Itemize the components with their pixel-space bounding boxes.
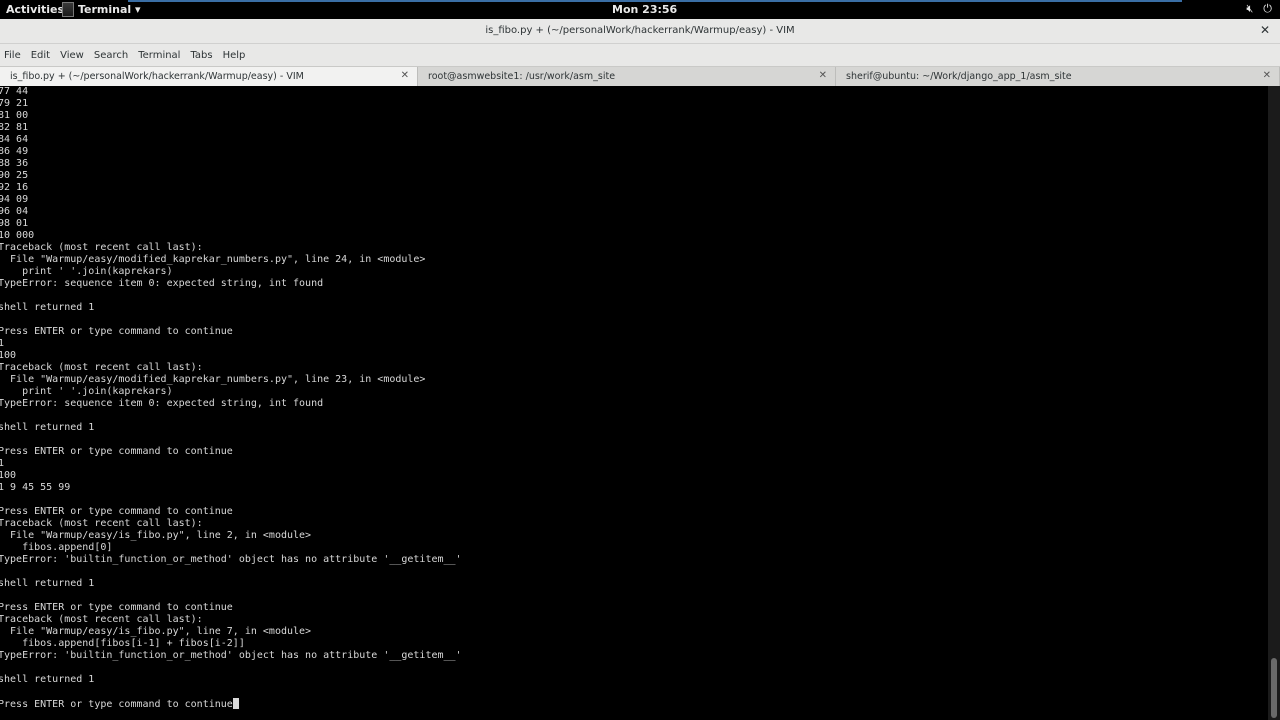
menu-search[interactable]: Search [90,50,134,61]
terminal-line: shell returned 1 [0,302,95,313]
window-titlebar[interactable]: is_fibo.py + (~/personalWork/hackerrank/… [0,19,1280,44]
terminal-line: 98 01 [0,218,29,229]
terminal-line: 88 36 [0,158,29,169]
terminal-line: TypeError: sequence item 0: expected str… [0,398,324,409]
terminal-line: TypeError: 'builtin_function_or_method' … [0,554,462,565]
terminal-line: Press ENTER or type command to continue [0,326,233,337]
menu-view[interactable]: View [56,50,90,61]
menu-edit[interactable]: Edit [27,50,56,61]
terminal-line: print ' '.join(kaprekars) [0,266,173,277]
terminal-line: 86 49 [0,146,29,157]
tab-vim-is-fibo[interactable]: is_fibo.py + (~/personalWork/hackerrank/… [0,67,418,87]
terminal-line: 92 16 [0,182,29,193]
tab-label: is_fibo.py + (~/personalWork/hackerrank/… [10,71,304,82]
terminal-line: shell returned 1 [0,674,95,685]
terminal-line: 1 [0,338,5,349]
tab-close-icon[interactable]: ✕ [1263,70,1271,81]
terminal-line: 82 81 [0,122,29,133]
terminal-output[interactable]: 77 44 79 21 81 00 82 81 84 64 86 49 88 36 90 25… [0,86,1268,720]
terminal-line: 77 44 [0,86,29,97]
window-close-icon[interactable]: ✕ [1260,23,1270,37]
terminal-line: File "Warmup/easy/is_fibo.py", line 2, i… [0,530,312,541]
terminal-line: 10 000 [0,230,35,241]
terminal-line: Press ENTER or type command to continue [0,506,233,517]
terminal-line: Press ENTER or type command to continue [0,602,233,613]
menu-terminal[interactable]: Terminal [134,50,186,61]
terminal-line: 1 9 45 55 99 [0,482,71,493]
terminal-line: 94 09 [0,194,29,205]
tab-sherif-ubuntu[interactable]: sherif@ubuntu: ~/Work/django_app_1/asm_s… [836,67,1280,87]
terminal-line: 100 [0,470,17,481]
menu-file[interactable]: File [0,50,27,61]
gnome-top-bar: Activities Terminal ▾ Mon 23:56 🔇︎ ⏻ [0,0,1280,19]
terminal-line: Press ENTER or type command to continue [0,698,462,711]
menu-help[interactable]: Help [219,50,252,61]
terminal-line: 90 25 [0,170,29,181]
tab-close-icon[interactable]: ✕ [401,70,409,81]
terminal-line: Traceback (most recent call last): [0,242,203,253]
terminal-line: Press ENTER or type command to continue [0,446,233,457]
menu-bar: File Edit View Search Terminal Tabs Help [0,44,1280,66]
terminal-line: Traceback (most recent call last): [0,362,203,373]
clock[interactable]: Mon 23:56 [612,3,677,16]
app-menu-label: Terminal ▾ [78,3,141,16]
tab-label: root@asmwebsite1: /usr/work/asm_site [428,71,616,82]
terminal-line: print ' '.join(kaprekars) [0,386,173,397]
system-tray[interactable]: 🔇︎ ⏻ [1246,2,1272,16]
terminal-line: shell returned 1 [0,422,95,433]
terminal-app-icon [62,2,74,17]
terminal-line: File "Warmup/easy/modified_kaprekar_numb… [0,254,426,265]
terminal-line: 79 21 [0,98,29,109]
scrollbar-thumb[interactable] [1271,658,1277,718]
tab-label: sherif@ubuntu: ~/Work/django_app_1/asm_s… [846,71,1072,82]
terminal-line: 96 04 [0,206,29,217]
power-icon[interactable]: ⏻ [1263,2,1272,16]
activities-button[interactable]: Activities [6,3,64,16]
terminal-line: shell returned 1 [0,578,95,589]
window-title: is_fibo.py + (~/personalWork/hackerrank/… [485,25,795,36]
terminal-line: TypeError: 'builtin_function_or_method' … [0,650,462,661]
tab-bar: is_fibo.py + (~/personalWork/hackerrank/… [0,66,1280,88]
terminal-line: 1 [0,458,5,469]
top-bar-accent [128,0,1182,2]
menu-tabs[interactable]: Tabs [186,50,218,61]
terminal-cursor [232,698,239,709]
terminal-line: 84 64 [0,134,29,145]
terminal-line: Traceback (most recent call last): [0,614,203,625]
terminal-line: fibos.append[0] [0,542,113,553]
terminal-line: TypeError: sequence item 0: expected str… [0,278,324,289]
terminal-line: Traceback (most recent call last): [0,518,203,529]
terminal-line: File "Warmup/easy/modified_kaprekar_numb… [0,374,426,385]
tab-close-icon[interactable]: ✕ [819,70,827,81]
terminal-line: 100 [0,350,17,361]
terminal-text: 77 44 79 21 81 00 82 81 84 64 86 49 88 36 90 25… [0,86,462,711]
terminal-line: fibos.append[fibos[i-1] + fibos[i-2]] [0,638,245,649]
app-menu[interactable]: Terminal ▾ [62,0,141,19]
terminal-line: 81 00 [0,110,29,121]
tab-root-asmwebsite1[interactable]: root@asmwebsite1: /usr/work/asm_site ✕ [418,67,836,87]
volume-muted-icon[interactable]: 🔇︎ [1246,2,1253,16]
terminal-line: File "Warmup/easy/is_fibo.py", line 7, i… [0,626,312,637]
terminal-scrollbar[interactable] [1268,86,1280,720]
